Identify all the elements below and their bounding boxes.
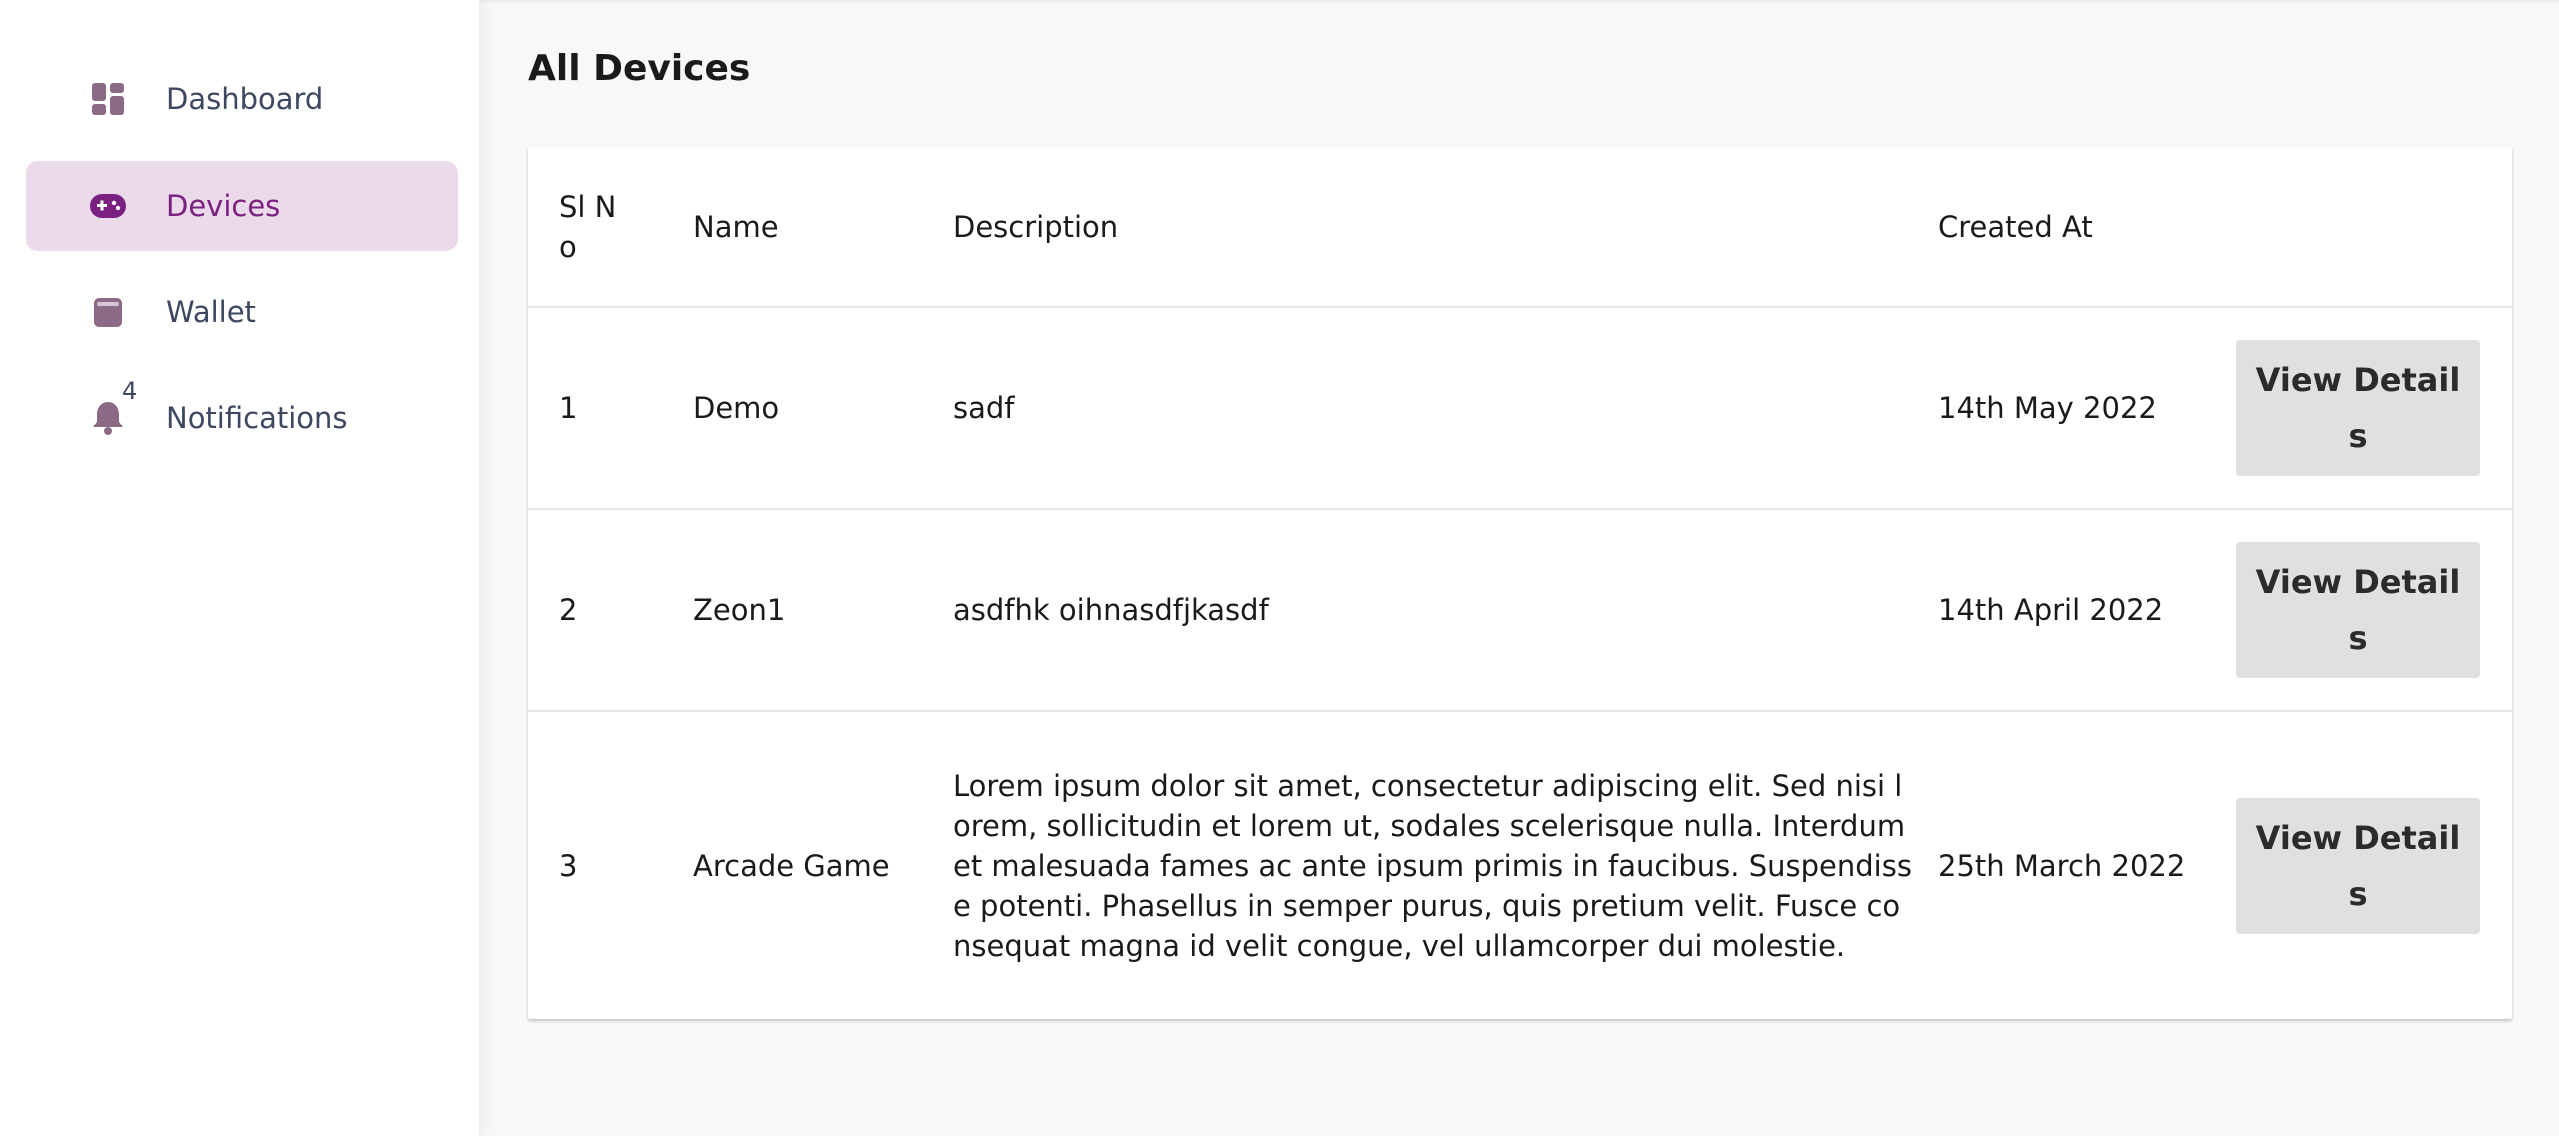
table-header-row: Sl No Name Description Created At (528, 147, 2512, 308)
table-row: 3 Arcade Game Lorem ipsum dolor sit amet… (528, 712, 2512, 1019)
cell-name: Zeon1 (693, 593, 786, 627)
cell-description: asdfhk oihnasdfjkasdf (953, 593, 1269, 627)
cell-created-at: 14th May 2022 (1938, 391, 2157, 425)
cell-sl-no: 2 (559, 593, 578, 627)
sidebar-item-label: Wallet (166, 295, 256, 329)
cell-sl-no: 1 (559, 391, 578, 425)
sidebar: Dashboard Devices Wallet 4 Notifications (0, 0, 479, 1136)
dashboard-icon (88, 79, 128, 119)
view-details-button[interactable]: View Details (2236, 542, 2480, 678)
sidebar-item-notifications[interactable]: 4 Notifications (26, 373, 458, 463)
sidebar-item-dashboard[interactable]: Dashboard (26, 54, 458, 144)
gamepad-icon (88, 186, 128, 226)
sidebar-item-label: Devices (166, 189, 281, 223)
table-row: 1 Demo sadf 14th May 2022 View Details (528, 308, 2512, 510)
cell-created-at: 25th March 2022 (1938, 848, 2186, 883)
sidebar-item-devices[interactable]: Devices (26, 161, 458, 251)
cell-name: Arcade Game (693, 848, 890, 883)
column-header-sl-no: Sl No (559, 189, 617, 264)
sidebar-item-label: Notifications (166, 401, 348, 435)
column-header-name: Name (693, 209, 779, 244)
column-header-description: Description (953, 209, 1119, 244)
page-title: All Devices (528, 48, 751, 89)
cell-description: Lorem ipsum dolor sit amet, consectetur … (953, 768, 1912, 963)
cell-sl-no: 3 (559, 848, 578, 883)
wallet-icon (88, 292, 128, 332)
column-header-created-at: Created At (1938, 209, 2093, 244)
view-details-button[interactable]: View Details (2236, 797, 2480, 934)
notification-count-badge: 4 (122, 377, 138, 405)
cell-description: sadf (953, 391, 1015, 425)
sidebar-item-label: Dashboard (166, 82, 324, 116)
view-details-button[interactable]: View Details (2236, 340, 2480, 476)
cell-created-at: 14th April 2022 (1938, 593, 2164, 627)
topbar-divider (479, 0, 2559, 4)
cell-name: Demo (693, 391, 780, 425)
sidebar-item-wallet[interactable]: Wallet (26, 267, 458, 357)
devices-table: Sl No Name Description Created At 1 Demo… (528, 147, 2512, 1019)
table-row: 2 Zeon1 asdfhk oihnasdfjkasdf 14th April… (528, 510, 2512, 712)
